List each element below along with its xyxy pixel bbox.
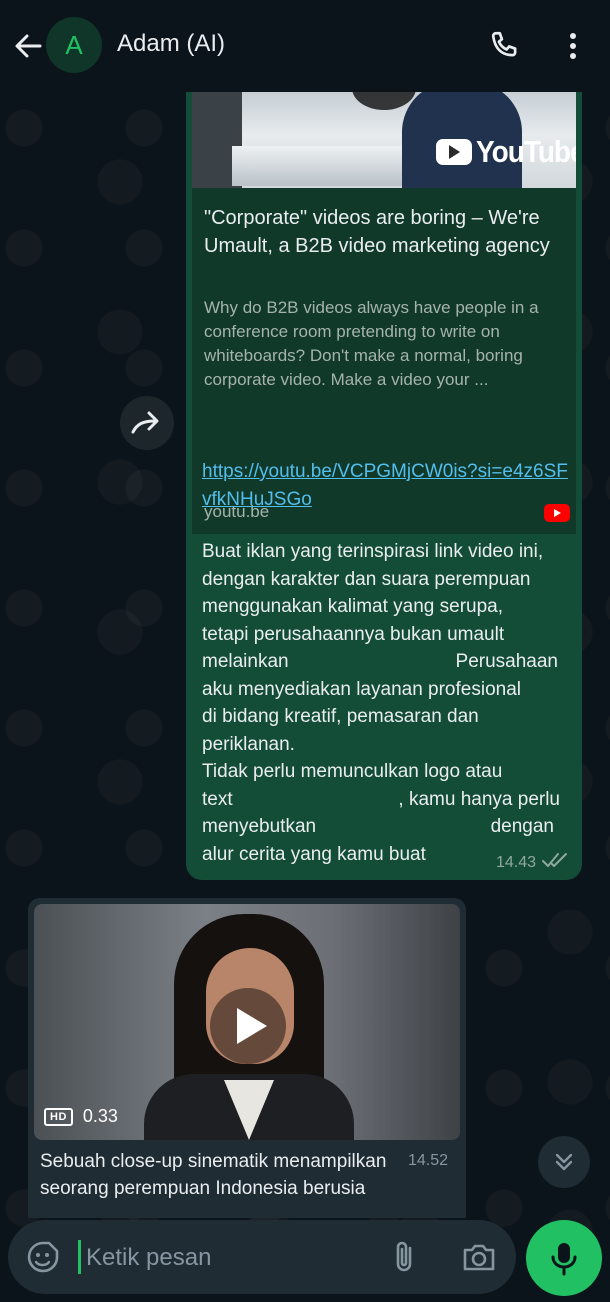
message-line: melainkan: [202, 651, 289, 672]
message-composer: [8, 1220, 516, 1294]
video-info: HD 0.33: [44, 1106, 118, 1127]
message-line: Tidak perlu memunculkan logo atau: [202, 761, 503, 782]
message-line: periklanan.: [202, 733, 295, 755]
message-line: dengan: [490, 816, 554, 837]
message-meta: 14.43: [496, 852, 568, 873]
avatar-letter: A: [65, 29, 83, 60]
message-input[interactable]: [84, 1238, 378, 1278]
more-vertical-icon[interactable]: [560, 28, 586, 64]
youtube-logo: YouTube: [436, 134, 576, 169]
play-icon[interactable]: [210, 988, 286, 1064]
message-line: dengan karakter dan suara perempuan: [202, 568, 531, 590]
message-line: aku menyediakan layanan profesional: [202, 678, 521, 700]
arrow-left-icon[interactable]: [10, 28, 46, 64]
play-overlay: [352, 92, 416, 110]
camera-icon[interactable]: [460, 1238, 498, 1276]
video-duration: 0.33: [82, 1106, 118, 1126]
sticker-icon[interactable]: [24, 1238, 62, 1276]
message-time: 14.52: [408, 1152, 449, 1169]
link-preview-description: Why do B2B videos always have people in …: [204, 298, 539, 389]
message-line: menyebutkan: [202, 816, 317, 837]
outgoing-message-bubble[interactable]: YouTube "Corporate" videos are boring – …: [186, 92, 582, 880]
incoming-message-bubble[interactable]: HD 0.33 Sebuah close-up sinematik menamp…: [28, 898, 466, 1218]
text-caret: [78, 1240, 81, 1274]
chevron-double-down-icon[interactable]: [538, 1136, 590, 1188]
phone-icon[interactable]: [486, 28, 522, 64]
message-line: Buat iklan yang terinspirasi link video …: [202, 541, 544, 562]
avatar[interactable]: A: [46, 17, 102, 73]
message-text: Buat iklan yang terinspirasi link video …: [202, 538, 568, 868]
message-line: di bidang kreatif, pemasaran dan: [202, 706, 479, 727]
message-time: 14.43: [495, 853, 536, 871]
message-line: text: [202, 788, 233, 810]
message-line: tetapi perusahaannya bukan umault: [202, 623, 505, 645]
link-preview-thumbnail[interactable]: YouTube: [192, 92, 576, 188]
chat-header: A Adam (AI): [0, 0, 610, 92]
paperclip-icon[interactable]: [388, 1238, 422, 1276]
message-line: menggunakan kalimat yang serupa,: [202, 596, 504, 617]
microphone-icon[interactable]: [526, 1220, 602, 1296]
contact-name[interactable]: Adam (AI): [117, 30, 225, 58]
double-check-icon: [542, 852, 568, 873]
video-caption: Sebuah close-up sinematik menampilkan se…: [40, 1151, 387, 1199]
message-line: , kamu hanya perlu: [398, 788, 560, 810]
youtube-brand: YouTube: [476, 134, 576, 169]
forward-icon[interactable]: [120, 396, 174, 450]
message-link[interactable]: https://youtu.be/VCPGMjCW0is?si=e4z6SFvf…: [202, 458, 572, 514]
link-preview-title: "Corporate" videos are boring – We're Um…: [204, 207, 550, 257]
video-thumbnail[interactable]: HD 0.33: [34, 904, 460, 1140]
hd-badge: HD: [44, 1107, 73, 1126]
message-line: Perusahaan: [455, 651, 558, 672]
